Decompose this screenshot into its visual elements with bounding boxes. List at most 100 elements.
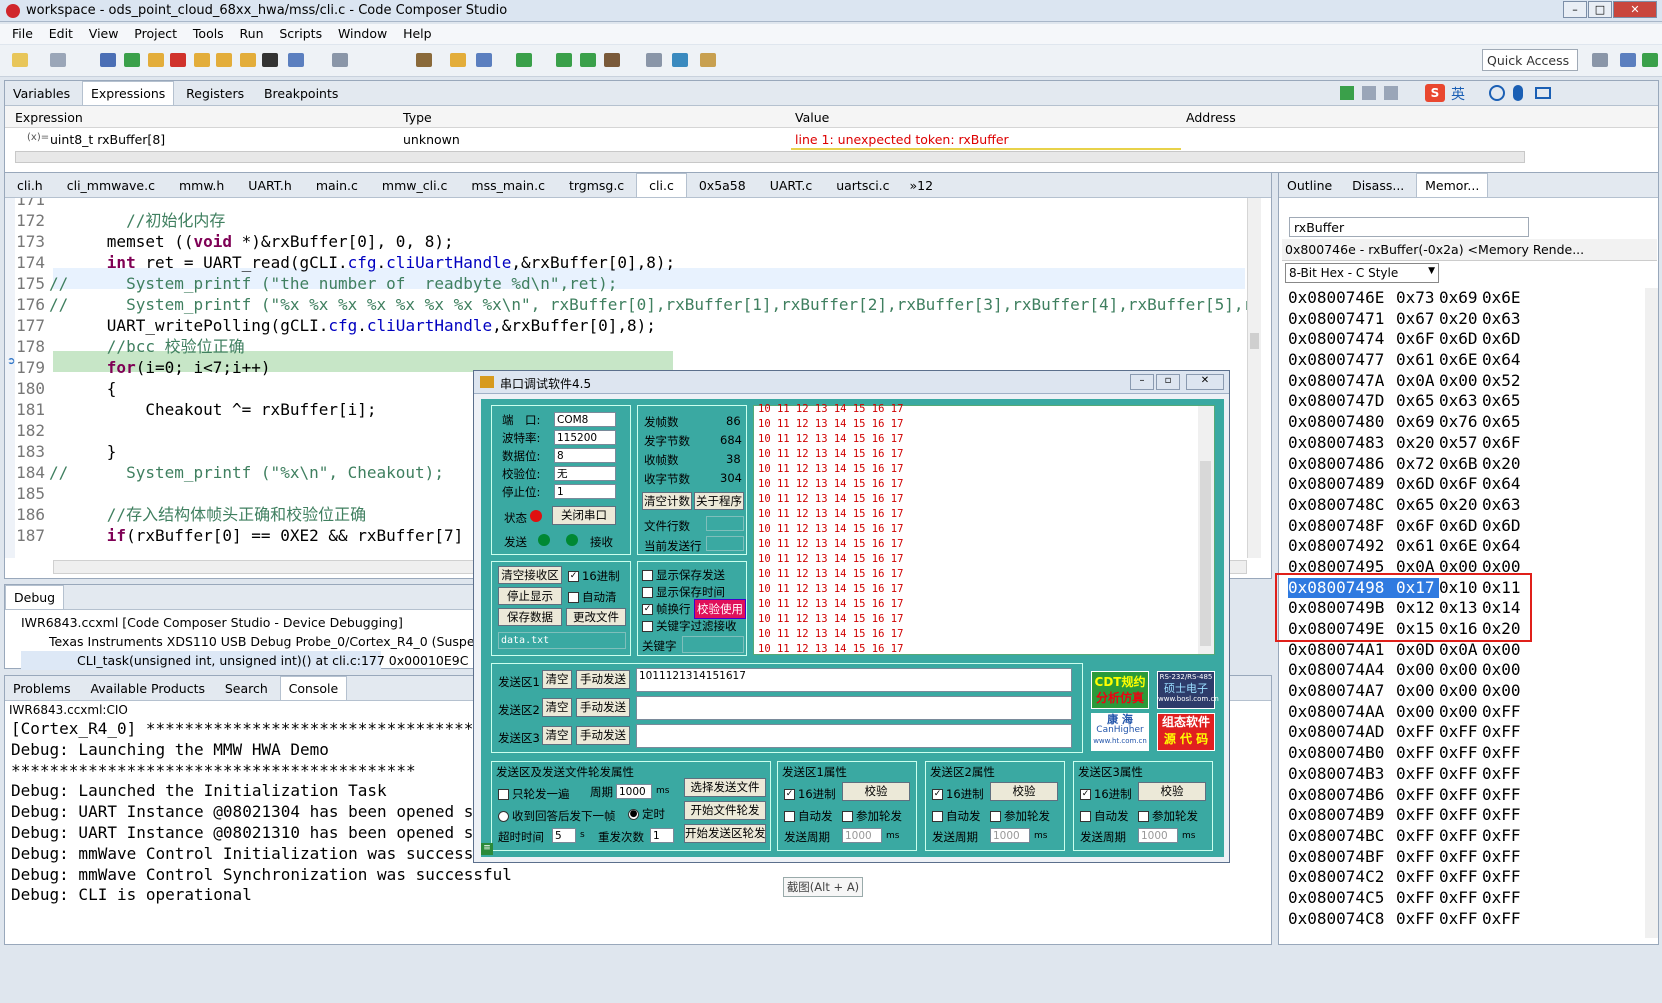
props-hex-checkbox[interactable]: ✓ 16进制 xyxy=(784,786,836,802)
ime-lang[interactable]: 英 xyxy=(1451,84,1465,104)
props-check-button[interactable]: 校验 xyxy=(1138,782,1206,801)
memory-row[interactable]: 0x080074C5 0xFF 0xFF 0xFF xyxy=(1288,888,1638,909)
receive-scrollbar[interactable] xyxy=(1198,406,1214,654)
timeout-input[interactable]: 5 xyxy=(552,828,576,843)
remove-all-icon[interactable] xyxy=(1384,86,1398,100)
terminate-icon[interactable] xyxy=(170,53,186,67)
memory-row[interactable]: 0x0800747D 0x65 0x63 0x65 xyxy=(1288,391,1638,412)
props-check-button[interactable]: 校验 xyxy=(842,782,910,801)
sogou-ime-icon[interactable]: S xyxy=(1425,84,1445,102)
keyword-input[interactable] xyxy=(682,636,744,653)
file-period-input[interactable]: 1000 xyxy=(616,784,652,799)
memory-row[interactable]: 0x080074BC 0xFF 0xFF 0xFF xyxy=(1288,826,1638,847)
mic-icon[interactable] xyxy=(1513,85,1523,101)
ccs-debug-perspective-icon[interactable] xyxy=(1642,53,1658,67)
tab-debug[interactable]: Debug xyxy=(5,585,65,609)
memory-row[interactable]: 0x080074AA 0x00 0x00 0xFF xyxy=(1288,702,1638,723)
clear-count-button[interactable]: 清空计数 xyxy=(642,492,692,510)
databits-select[interactable]: 8 xyxy=(554,448,616,463)
col-address[interactable]: Address xyxy=(1186,110,1236,125)
memory-row[interactable]: 0x0800747A 0x0A 0x00 0x52 xyxy=(1288,371,1638,392)
send-area-2-clear-button[interactable]: 清空 xyxy=(542,698,572,717)
memory-row[interactable]: 0x08007474 0x6F 0x6D 0x6D xyxy=(1288,329,1638,350)
menu-file[interactable]: File xyxy=(12,24,33,44)
refresh-icon[interactable] xyxy=(580,53,596,67)
debug-item-probe[interactable]: Texas Instruments XDS110 USB Debug Probe… xyxy=(21,632,473,651)
tab-memory[interactable]: Memor... xyxy=(1416,173,1489,197)
memory-row[interactable]: 0x08007480 0x69 0x76 0x65 xyxy=(1288,412,1638,433)
tab-breakpoints[interactable]: Breakpoints xyxy=(256,82,346,106)
tab-disassembly[interactable]: Disass... xyxy=(1344,174,1412,198)
memory-row[interactable]: 0x080074A7 0x00 0x00 0x00 xyxy=(1288,681,1638,702)
menu-scripts[interactable]: Scripts xyxy=(279,24,322,44)
timed-radio[interactable]: ● 定时 xyxy=(628,806,665,822)
send-area-3-input[interactable] xyxy=(636,724,1072,748)
clear-receive-button[interactable]: 清空接收区 xyxy=(498,566,562,584)
step-into-icon[interactable] xyxy=(194,53,210,67)
editor-tab-main-c[interactable]: main.c xyxy=(304,174,370,197)
config-software-logo[interactable]: 组态软件源 代 码 xyxy=(1157,713,1215,751)
flash-icon[interactable] xyxy=(416,53,432,67)
editor-vscroll-thumb[interactable] xyxy=(1250,333,1259,349)
run-icon[interactable] xyxy=(556,53,572,67)
memory-row[interactable]: 0x08007492 0x61 0x6E 0x64 xyxy=(1288,536,1638,557)
retry-input[interactable]: 1 xyxy=(650,828,674,843)
editor-tab-uart-c[interactable]: UART.c xyxy=(758,174,824,197)
receive-scroll-thumb[interactable] xyxy=(1200,461,1211,646)
debug-item-ccxml[interactable]: IWR6843.ccxml [Code Composer Studio - De… xyxy=(21,613,473,632)
connect-icon[interactable] xyxy=(332,53,348,67)
search-icon[interactable] xyxy=(672,53,688,67)
port-select[interactable]: COM8 xyxy=(554,412,616,427)
send-area-3-send-button[interactable]: 手动发送 xyxy=(576,726,630,745)
props-auto-checkbox[interactable]: 自动发 xyxy=(932,808,981,824)
memory-row[interactable]: 0x080074C8 0xFF 0xFF 0xFF xyxy=(1288,909,1638,930)
show-saved-send-checkbox[interactable]: 显示保存发送 xyxy=(642,567,725,583)
maximize-button[interactable]: □ xyxy=(1588,1,1612,18)
pin-icon[interactable] xyxy=(700,53,716,67)
memory-row[interactable]: 0x080074B0 0xFF 0xFF 0xFF xyxy=(1288,743,1638,764)
grid-icon[interactable] xyxy=(262,53,278,67)
tab-problems[interactable]: Problems xyxy=(5,677,79,701)
auto-clear-checkbox[interactable]: 自动清 xyxy=(568,589,617,605)
props-period-input[interactable]: 1000 xyxy=(1138,828,1178,843)
editor-tab-uart-h[interactable]: UART.h xyxy=(236,174,304,197)
change-file-button[interactable]: 更改文件 xyxy=(566,608,626,626)
memory-row[interactable]: 0x0800748C 0x65 0x20 0x63 xyxy=(1288,495,1638,516)
tab-search[interactable]: Search xyxy=(217,677,276,701)
memory-row[interactable]: 0x080074B3 0xFF 0xFF 0xFF xyxy=(1288,764,1638,785)
memory-row[interactable]: 0x0800746E 0x73 0x69 0x6E xyxy=(1288,288,1638,309)
memory-row[interactable]: 0x0800748F 0x6F 0x6D 0x6D xyxy=(1288,516,1638,537)
ccs-edit-perspective-icon[interactable] xyxy=(1620,53,1636,67)
editor-tab-mmw-cli-c[interactable]: mmw_cli.c xyxy=(370,174,460,197)
memory-row[interactable]: 0x080074A1 0x0D 0x0A 0x00 xyxy=(1288,640,1638,661)
editor-tab-mmw-h[interactable]: mmw.h xyxy=(167,174,236,197)
step-return-icon[interactable] xyxy=(240,53,256,67)
memory-row[interactable]: 0x080074AD 0xFF 0xFF 0xFF xyxy=(1288,722,1638,743)
expression-row[interactable]: (x)= uint8_t rxBuffer[8] unknown line 1:… xyxy=(5,128,1658,150)
props-auto-checkbox[interactable]: 自动发 xyxy=(784,808,833,824)
send-area-3-clear-button[interactable]: 清空 xyxy=(542,726,572,745)
debug-view-icon[interactable] xyxy=(288,53,304,67)
start-file-rotate-button[interactable]: 开始文件轮发 xyxy=(684,801,766,820)
memory-vscrollbar[interactable] xyxy=(1645,288,1658,938)
save-icon[interactable] xyxy=(50,53,66,67)
props-join-checkbox[interactable]: 参加轮发 xyxy=(1138,808,1198,824)
memory-row[interactable]: 0x08007489 0x6D 0x6F 0x64 xyxy=(1288,474,1638,495)
stopbits-select[interactable]: 1 xyxy=(554,484,616,499)
col-type[interactable]: Type xyxy=(403,110,432,125)
open-type-icon[interactable] xyxy=(646,53,662,67)
canhigher-logo[interactable]: 康 海 CanHigher www.ht.com.cn xyxy=(1091,713,1149,751)
console-icon[interactable] xyxy=(100,53,116,67)
props-join-checkbox[interactable]: 参加轮发 xyxy=(842,808,902,824)
memory-row[interactable]: 0x08007471 0x67 0x20 0x63 xyxy=(1288,309,1638,330)
editor-tab-mss-main-c[interactable]: mss_main.c xyxy=(459,174,557,197)
editor-tab-trgmsg-c[interactable]: trgmsg.c xyxy=(557,174,636,197)
keyword-filter-checkbox[interactable]: 关键字过滤接收 xyxy=(642,618,737,634)
stop-display-button[interactable]: 停止显示 xyxy=(498,587,562,605)
menu-help[interactable]: Help xyxy=(403,24,432,44)
new-icon[interactable] xyxy=(12,53,28,67)
check-use-badge[interactable]: 校验使用 xyxy=(694,599,746,619)
memory-row[interactable]: 0x080074C2 0xFF 0xFF 0xFF xyxy=(1288,867,1638,888)
tab-variables[interactable]: Variables xyxy=(5,82,78,106)
props-auto-checkbox[interactable]: 自动发 xyxy=(1080,808,1129,824)
